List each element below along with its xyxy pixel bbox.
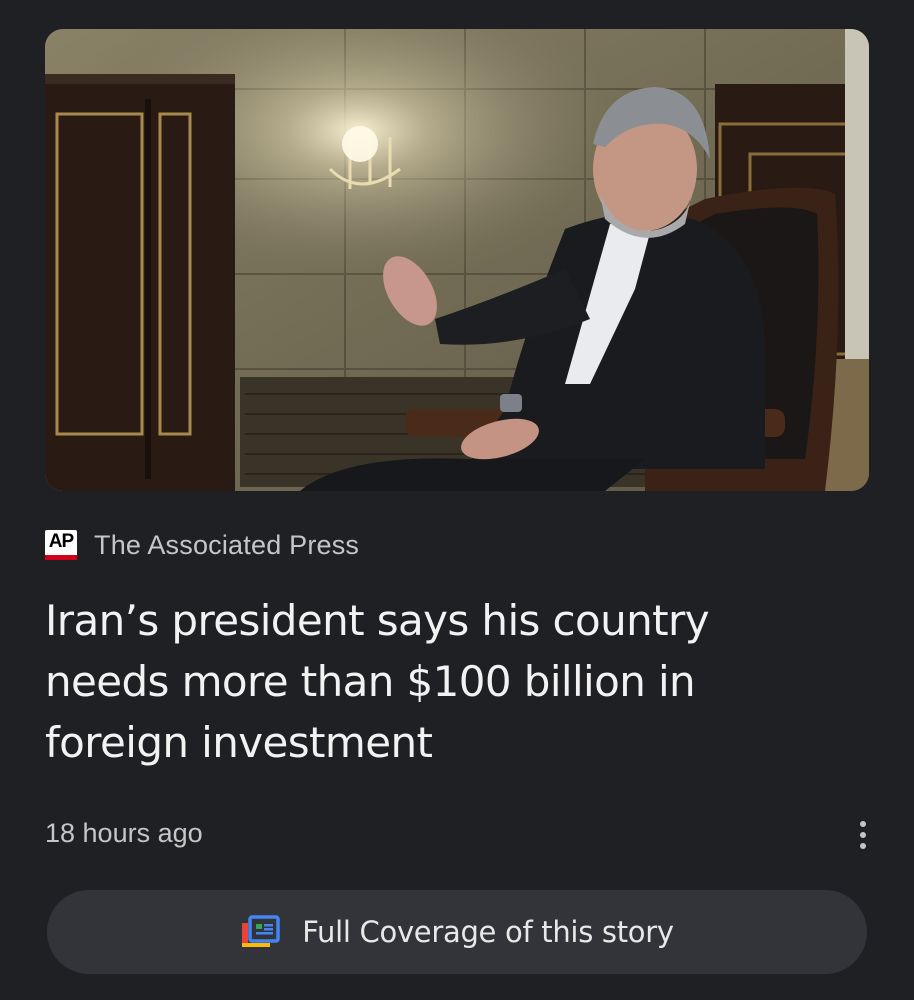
article-image[interactable] (45, 29, 869, 491)
more-dot (860, 843, 866, 849)
more-dot (860, 821, 866, 827)
article-photo (45, 29, 869, 491)
source-row[interactable]: AP The Associated Press (45, 528, 359, 562)
more-dot (860, 832, 866, 838)
article-meta-row: 18 hours ago (45, 815, 875, 855)
full-coverage-button[interactable]: Full Coverage of this story (47, 890, 867, 974)
article-timestamp: 18 hours ago (45, 818, 203, 848)
full-coverage-label: Full Coverage of this story (302, 915, 674, 949)
full-coverage-icon (242, 915, 280, 947)
ap-logo-bar (45, 555, 77, 560)
more-vert-icon[interactable] (851, 815, 875, 855)
news-article-card[interactable]: AP The Associated Press Iran’s president… (0, 0, 914, 1000)
article-headline[interactable]: Iran’s president says his country needs … (45, 590, 845, 773)
ap-logo: AP (45, 530, 77, 560)
source-name: The Associated Press (94, 529, 360, 560)
ap-logo-text: AP (48, 531, 74, 552)
